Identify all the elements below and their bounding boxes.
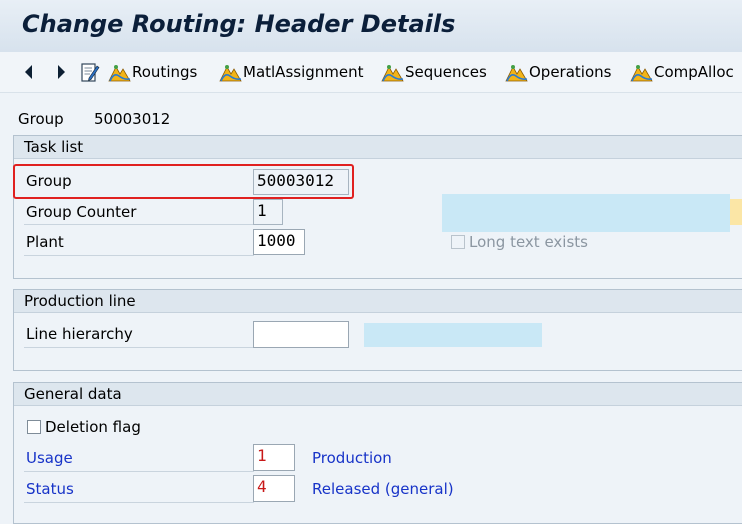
line-hierarchy-field[interactable] [253,321,349,348]
row-divider [24,255,254,256]
header-group-label: Group [18,110,64,128]
group-counter-label: Group Counter [26,203,137,221]
usage-text: Production [312,449,392,467]
routing-icon [219,65,242,82]
matl-assignment-button[interactable]: MatlAssignment [219,58,364,86]
status-text: Released (general) [312,480,454,498]
sequences-button[interactable]: Sequences [381,58,487,86]
status-field[interactable]: 4 [253,475,295,502]
long-text-checkbox[interactable] [451,235,465,249]
status-label[interactable]: Status [26,480,74,498]
required-field-marker [730,199,742,225]
routings-label: Routings [132,63,198,81]
operations-label: Operations [529,63,612,81]
row-divider [24,471,254,472]
production-line-heading: Production line [14,290,742,313]
operations-button[interactable]: Operations [505,58,611,86]
general-data-heading: General data [14,383,742,406]
routings-button[interactable]: Routings [108,58,197,86]
group-counter-field[interactable]: 1 [253,199,283,225]
routing-icon [630,65,653,82]
plant-field[interactable]: 1000 [253,229,305,255]
usage-field[interactable]: 1 [253,444,295,471]
sequences-label: Sequences [405,63,487,81]
row-divider [24,224,254,225]
routing-icon [108,65,131,82]
task-list-heading: Task list [14,136,742,159]
plant-label: Plant [26,233,64,251]
long-text-label: Long text exists [469,233,588,251]
line-hierarchy-label: Line hierarchy [26,325,133,343]
routing-icon [381,65,404,82]
header-group-value: 50003012 [94,110,171,128]
comp-alloc-button[interactable]: CompAlloc [630,58,734,86]
next-arrow-icon[interactable] [54,62,68,82]
page-title: Change Routing: Header Details [22,10,456,38]
previous-arrow-icon[interactable] [22,62,36,82]
row-divider [24,347,254,348]
routing-icon [505,65,528,82]
group-highlight-box [13,164,354,199]
row-divider [24,502,254,503]
deletion-flag-checkbox[interactable] [27,420,41,434]
comp-alloc-label: CompAlloc [654,63,734,81]
deletion-flag-label: Deletion flag [45,418,141,436]
matl-assignment-label: MatlAssignment [243,63,364,81]
task-list-description-field[interactable] [442,194,730,232]
usage-label[interactable]: Usage [26,449,73,467]
line-hierarchy-description-field[interactable] [364,323,542,347]
edit-document-icon[interactable] [80,61,100,83]
